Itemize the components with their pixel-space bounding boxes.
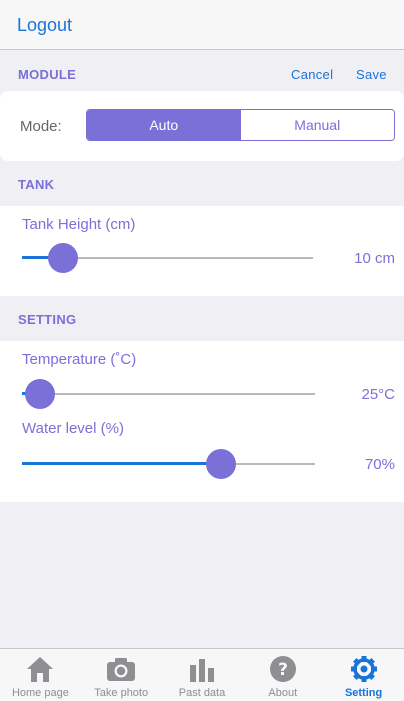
temperature-value: 25°C: [361, 386, 395, 403]
tab-setting[interactable]: Setting: [323, 649, 404, 701]
water-level-label: Water level (%): [22, 420, 124, 437]
cancel-button[interactable]: Cancel: [291, 67, 333, 82]
tank-header-title: TANK: [18, 177, 55, 192]
tab-about[interactable]: ? About: [242, 649, 323, 701]
tab-past-data[interactable]: Past data: [162, 649, 243, 701]
mode-label: Mode:: [20, 118, 62, 135]
water-level-slider[interactable]: [22, 449, 315, 479]
question-icon: ?: [269, 656, 296, 682]
tab-label: Past data: [178, 687, 226, 699]
mode-auto-button[interactable]: Auto: [87, 110, 241, 140]
slider-fill: [22, 462, 221, 465]
save-button[interactable]: Save: [356, 67, 387, 82]
tab-take-photo[interactable]: Take photo: [81, 649, 162, 701]
svg-text:?: ?: [278, 660, 288, 680]
tank-height-value: 10 cm: [354, 250, 395, 267]
slider-thumb[interactable]: [25, 379, 55, 409]
setting-header-title: SETTING: [18, 312, 77, 327]
mode-manual-button[interactable]: Manual: [240, 110, 394, 140]
setting-card: Temperature (˚C) 25°C Water level (%) 70…: [0, 341, 404, 502]
logout-button[interactable]: Logout: [17, 15, 72, 36]
tank-height-label: Tank Height (cm): [22, 216, 136, 233]
tank-card: Tank Height (cm) 10 cm: [0, 206, 404, 296]
camera-icon: [107, 658, 136, 681]
tab-label: Take photo: [94, 687, 149, 699]
mode-segmented-control: Auto Manual: [86, 109, 395, 141]
slider-track: [22, 393, 315, 395]
bottom-tab-bar: Home page Take photo Past data ? About S…: [0, 648, 404, 701]
home-icon: [27, 657, 54, 682]
top-nav-bar: Logout: [0, 0, 404, 50]
module-header-title: MODULE: [18, 67, 77, 82]
module-card: Mode: Auto Manual: [0, 91, 404, 161]
tank-height-slider[interactable]: [22, 243, 313, 273]
tab-home-page[interactable]: Home page: [0, 649, 81, 701]
tab-label: Home page: [11, 687, 69, 699]
slider-thumb[interactable]: [206, 449, 236, 479]
bar-chart-icon: [189, 659, 214, 682]
tab-label: About: [268, 687, 298, 699]
water-level-value: 70%: [364, 456, 395, 473]
slider-thumb[interactable]: [48, 243, 78, 273]
temperature-label: Temperature (˚C): [22, 351, 137, 368]
tab-label: Setting: [344, 687, 383, 699]
temperature-slider[interactable]: [22, 379, 315, 409]
gear-icon: [350, 656, 377, 682]
